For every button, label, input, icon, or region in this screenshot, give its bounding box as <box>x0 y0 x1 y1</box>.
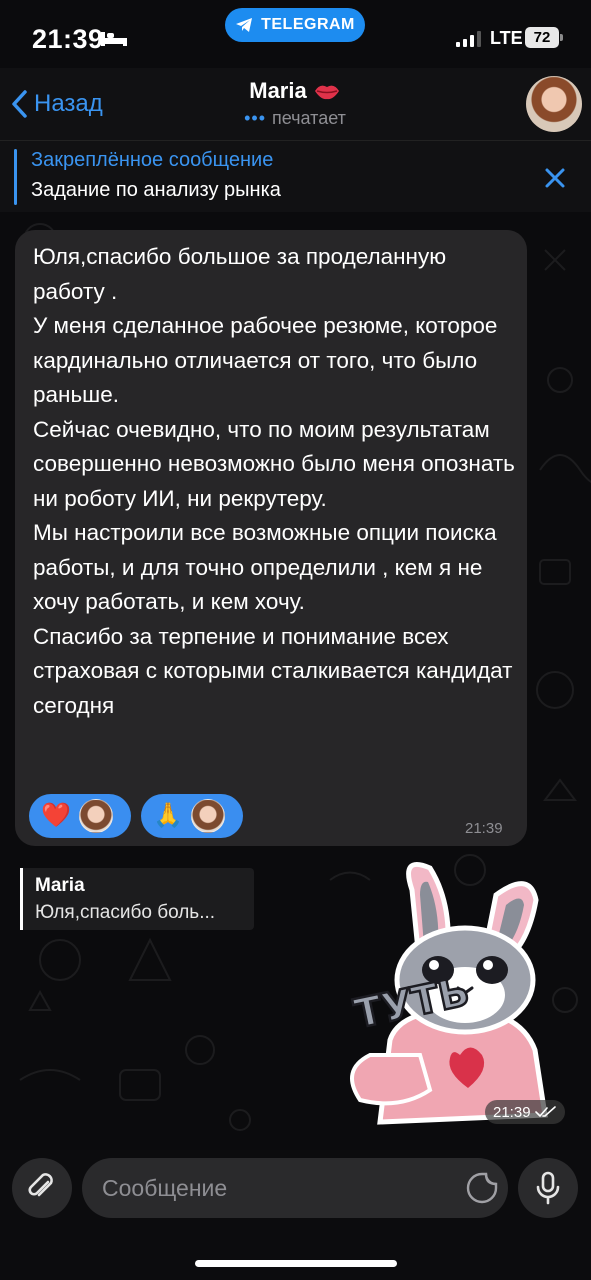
voice-record-button[interactable] <box>518 1158 578 1218</box>
back-button[interactable]: Назад <box>10 86 103 122</box>
pinned-text: Задание по анализу рынка <box>31 179 281 201</box>
message-time: 21:39 <box>465 820 503 837</box>
reaction-heart[interactable]: ❤️ <box>29 794 131 838</box>
reaction-pray[interactable]: 🙏 <box>141 794 243 838</box>
heart-icon: ❤️ <box>41 802 71 829</box>
network-type: LTE <box>490 28 523 48</box>
incoming-message-bubble[interactable]: Юля,спасибо большое за проделанную работ… <box>15 230 527 846</box>
chat-header: Назад Maria ••• печатает <box>0 68 591 140</box>
telegram-app-pill[interactable]: TELEGRAM <box>225 8 365 42</box>
attach-button[interactable] <box>12 1158 72 1218</box>
signal-strength-icon <box>456 31 481 47</box>
reply-quote[interactable]: Maria Юля,спасибо боль... <box>20 868 254 930</box>
battery-icon: 72 <box>525 27 563 48</box>
telegram-plane-icon <box>236 18 253 32</box>
status-time: 21:39 <box>32 24 104 54</box>
reply-accent-bar <box>20 868 23 930</box>
message-text: Юля,спасибо большое за проделанную работ… <box>33 244 515 718</box>
back-label: Назад <box>34 90 103 117</box>
typing-status: печатает <box>272 108 346 128</box>
paperclip-icon <box>28 1173 53 1197</box>
home-indicator[interactable] <box>195 1260 397 1267</box>
double-check-icon <box>534 1106 556 1118</box>
contact-avatar[interactable] <box>526 76 582 132</box>
telegram-pill-label: TELEGRAM <box>261 16 355 33</box>
status-bar: 21:39 TELEGRAM LTE 72 <box>0 0 591 76</box>
pinned-title: Закреплённое сообщение <box>31 149 274 171</box>
pinned-message-bar[interactable]: Закреплённое сообщение Задание по анализ… <box>0 140 591 212</box>
pinned-accent-bar <box>14 149 17 205</box>
message-input[interactable]: Сообщение <box>82 1158 508 1218</box>
battery-level: 72 <box>525 27 559 48</box>
reply-author: Maria <box>35 875 85 896</box>
bunny-sticker[interactable]: ТУТЬ <box>300 860 560 1130</box>
chat-title[interactable]: Maria ••• печатает <box>190 78 400 129</box>
chevron-left-icon <box>12 90 27 118</box>
reactor-avatar <box>79 799 113 833</box>
sleep-focus-icon <box>101 32 127 46</box>
contact-name: Maria <box>249 78 307 103</box>
message-input-placeholder: Сообщение <box>102 1175 228 1201</box>
sticker-time-badge: 21:39 <box>485 1100 565 1124</box>
sticker-icon[interactable] <box>464 1170 500 1206</box>
reply-snippet: Юля,спасибо боль... <box>35 902 216 923</box>
typing-dots-icon: ••• <box>244 108 267 128</box>
close-icon[interactable] <box>540 163 570 193</box>
microphone-icon <box>536 1171 560 1205</box>
sticker-time: 21:39 <box>493 1103 531 1121</box>
reactor-avatar <box>191 799 225 833</box>
praying-hands-icon: 🙏 <box>153 802 183 829</box>
lips-emoji-status-icon <box>314 85 339 100</box>
